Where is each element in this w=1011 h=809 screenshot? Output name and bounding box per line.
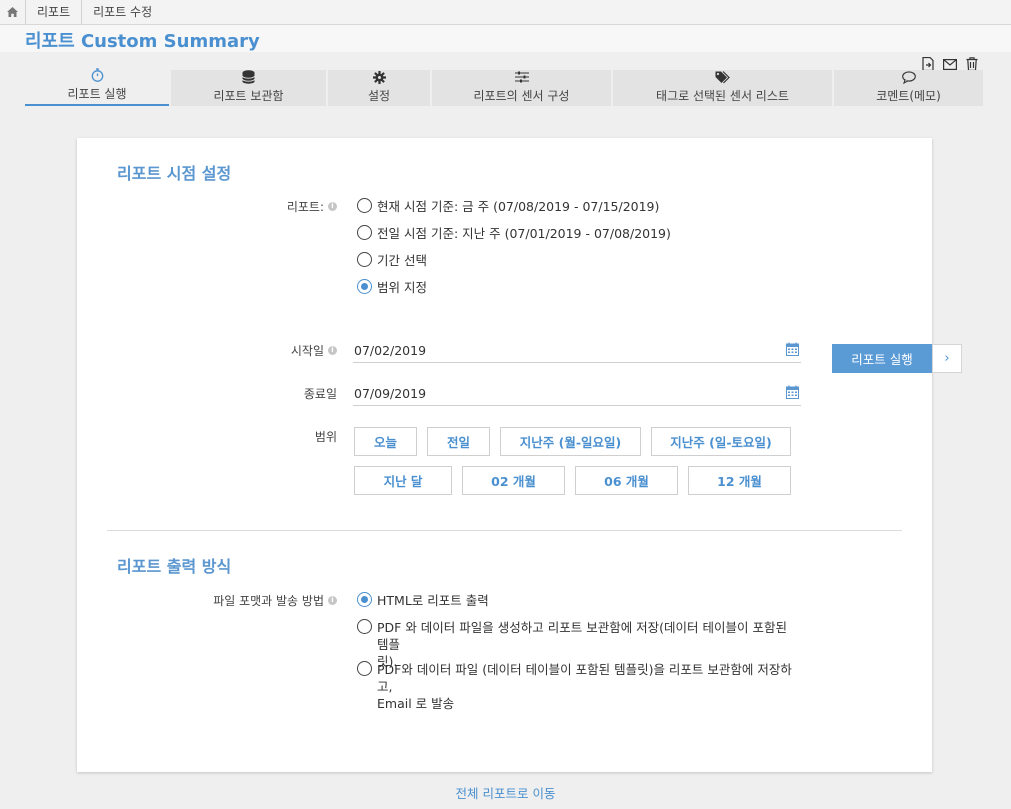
range-label-text: 범위	[314, 430, 337, 444]
range-label: 범위	[227, 429, 337, 444]
section-title-output: 리포트 출력 방식	[117, 557, 232, 576]
chevron-right-icon: ›	[944, 351, 950, 366]
radio-period-select[interactable]: 기간 선택	[357, 252, 427, 269]
info-icon[interactable]: i	[328, 346, 337, 355]
tab-report-archive[interactable]: 리포트 보관함	[171, 70, 326, 106]
radio-button[interactable]	[357, 661, 372, 676]
radio-output-html[interactable]: HTML로 리포트 출력	[357, 592, 489, 609]
tab-tag-sensor-list[interactable]: 태그로 선택된 센서 리스트	[613, 70, 832, 106]
range-button-2-months[interactable]: 02 개월	[462, 466, 565, 495]
start-date-label-text: 시작일	[290, 344, 324, 358]
end-date-value: 07/09/2019	[354, 385, 427, 401]
range-button-6-months[interactable]: 06 개월	[575, 466, 678, 495]
stopwatch-icon	[91, 68, 104, 82]
radio-button[interactable]	[357, 252, 372, 267]
radio-button[interactable]	[357, 198, 372, 213]
end-date-label-text: 종료일	[303, 387, 337, 401]
radio-button-checked[interactable]	[357, 279, 372, 294]
tab-label: 리포트 보관함	[213, 89, 284, 103]
report-settings-panel: 리포트 시점 설정 리포트: i 현재 시점 기준: 금 주 (07/08/20…	[77, 138, 932, 772]
radio-button[interactable]	[357, 619, 372, 634]
range-button-last-month[interactable]: 지난 달	[354, 466, 452, 495]
radio-button-checked[interactable]	[357, 592, 372, 607]
range-button-today[interactable]: 오늘	[354, 427, 417, 456]
breadcrumb-item-edit[interactable]: 리포트 수정	[82, 0, 163, 24]
run-report-arrow-button[interactable]: ›	[932, 344, 962, 373]
radio-range-specify[interactable]: 범위 지정	[357, 279, 427, 296]
radio-label: PDF와 데이터 파일 (데이터 테이블이 포함된 템플릿)을 리포트 보관함에…	[377, 661, 802, 712]
radio-label-line: PDF와 데이터 파일 (데이터 테이블이 포함된 템플릿)을 리포트 보관함에…	[377, 662, 792, 694]
page-title: 리포트 Custom Summary	[25, 31, 260, 52]
radio-label-line: PDF 와 데이터 파일을 생성하고 리포트 보관함에 저장(데이터 테이블이 …	[377, 620, 787, 652]
breadcrumb: 리포트 리포트 수정	[0, 0, 1011, 25]
report-period-label-text: 리포트:	[286, 200, 324, 214]
tags-icon	[715, 70, 730, 84]
radio-last-week[interactable]: 전일 시점 기준: 지난 주 (07/01/2019 - 07/08/2019)	[357, 225, 671, 242]
radio-output-pdf-email[interactable]: PDF와 데이터 파일 (데이터 테이블이 포함된 템플릿)을 리포트 보관함에…	[357, 661, 802, 712]
output-format-label: 파일 포맷과 발송 방법 i	[177, 593, 337, 608]
tab-sensor-config[interactable]: 리포트의 센서 구성	[432, 70, 611, 106]
database-icon	[242, 70, 255, 84]
output-format-label-text: 파일 포맷과 발송 방법	[213, 594, 324, 608]
tab-label: 태그로 선택된 센서 리스트	[656, 89, 789, 103]
start-date-label: 시작일 i	[227, 343, 337, 358]
tab-label: 리포트 실행	[67, 87, 127, 101]
calendar-icon[interactable]	[786, 342, 799, 356]
radio-button[interactable]	[357, 225, 372, 240]
calendar-icon[interactable]	[786, 385, 799, 399]
export-file-icon[interactable]	[920, 57, 935, 71]
run-report-button[interactable]: 리포트 실행	[832, 344, 932, 373]
radio-label: HTML로 리포트 출력	[377, 593, 489, 608]
range-button-yesterday[interactable]: 전일	[427, 427, 490, 456]
tab-label: 코멘트(메모)	[876, 89, 941, 103]
info-icon[interactable]: i	[328, 596, 337, 605]
tab-label: 설정	[367, 89, 391, 103]
range-button-last-week-sun-sat[interactable]: 지난주 (일-토요일)	[651, 427, 791, 456]
radio-current-week[interactable]: 현재 시점 기준: 금 주 (07/08/2019 - 07/15/2019)	[357, 198, 659, 215]
radio-label: 기간 선택	[377, 253, 427, 268]
report-period-label: 리포트: i	[227, 199, 337, 214]
all-reports-link[interactable]: 전체 리포트로 이동	[0, 783, 1011, 802]
comment-icon	[901, 70, 916, 84]
tab-bar: 리포트 실행 리포트 보관함 설정 리포트의 센서 구성 태그로 선택된 센서 …	[25, 68, 983, 106]
start-date-value: 07/02/2019	[354, 342, 427, 358]
home-icon[interactable]	[0, 0, 26, 24]
start-date-field[interactable]: 07/02/2019	[353, 338, 801, 363]
gear-icon	[372, 70, 386, 84]
tab-comment[interactable]: 코멘트(메모)	[834, 70, 983, 106]
radio-label: 전일 시점 기준: 지난 주 (07/01/2019 - 07/08/2019)	[377, 226, 671, 241]
toolbar-icons	[920, 57, 979, 71]
end-date-field[interactable]: 07/09/2019	[353, 381, 801, 406]
sliders-icon	[514, 70, 529, 84]
tab-run-report[interactable]: 리포트 실행	[25, 68, 169, 106]
section-title-time: 리포트 시점 설정	[117, 164, 232, 183]
info-icon[interactable]: i	[328, 202, 337, 211]
end-date-label: 종료일	[227, 386, 337, 401]
range-button-last-week-mon-sun[interactable]: 지난주 (월-일요일)	[500, 427, 641, 456]
trash-icon[interactable]	[964, 57, 979, 71]
radio-label: 현재 시점 기준: 금 주 (07/08/2019 - 07/15/2019)	[377, 199, 660, 214]
radio-label-line: Email 로 발송	[377, 696, 455, 711]
tab-settings[interactable]: 설정	[328, 70, 430, 106]
breadcrumb-item-report[interactable]: 리포트	[26, 0, 83, 24]
tab-label: 리포트의 센서 구성	[473, 89, 570, 103]
section-divider	[107, 530, 902, 531]
radio-label: 범위 지정	[377, 280, 427, 295]
mail-icon[interactable]	[942, 57, 957, 71]
range-button-12-months[interactable]: 12 개월	[688, 466, 791, 495]
